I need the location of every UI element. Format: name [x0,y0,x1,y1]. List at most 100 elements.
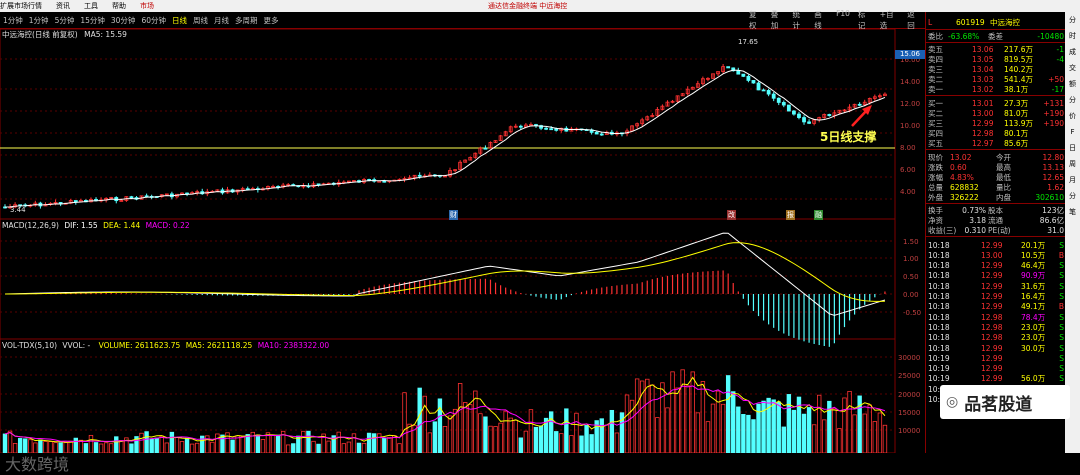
volume-bar [7,430,13,454]
marker-gai[interactable]: 改 [727,210,736,220]
stat-label: 外盘 [928,192,943,202]
volume-bar [154,437,159,454]
sidebar-item-12[interactable]: 笔 [1067,206,1079,218]
sidebar-item-6[interactable]: 价 [1067,110,1079,122]
marker-rong[interactable]: 融 [814,210,823,220]
sidebar-item-10[interactable]: 月 [1067,174,1079,186]
tick-price: 12.99 [981,281,1003,291]
period-multi[interactable]: 多周期 [235,15,258,26]
sidebar-item-9[interactable]: 周 [1067,158,1079,170]
bid-price: 12.99 [972,118,994,128]
candle-body [119,200,124,202]
menu-shichang[interactable]: 市场 [140,1,154,11]
volume-bar [169,431,175,454]
volume-bar [78,439,84,454]
bid-change: +131 [1043,98,1064,108]
candle-body [797,113,801,118]
kline-chart-area[interactable]: 16.00 14.00 12.00 10.00 8.00 6.00 4.00 1.50 1.00… [0,28,925,474]
volume-bar [705,421,711,454]
volume-bar [245,434,250,454]
candle-body [766,90,771,95]
volume-bar [361,442,367,454]
sidebar-item-8[interactable]: 日 [1067,142,1079,154]
stat-value2: 1.62 [1047,182,1064,192]
sidebar-item-7[interactable]: F [1067,126,1079,138]
tick-side: B [1058,250,1064,260]
volume-bar [518,437,524,454]
period-monthly[interactable]: 月线 [214,15,229,26]
sidebar-item-1[interactable]: 时 [1067,30,1079,42]
tick-row: 10:18 12.99 20.1万 S [926,240,1066,250]
tick-time: 10:18 [928,240,950,250]
vol-vvol: VVOL: - [62,341,91,350]
sidebar-item-4[interactable]: 额 [1067,78,1079,90]
period-30min[interactable]: 30分钟 [111,15,136,26]
ma-label: MA5: 15.59 [84,30,127,39]
stats-button[interactable]: 统计 [793,9,807,31]
sidebar-item-2[interactable]: 成 [1067,46,1079,58]
sidebar-item-0[interactable]: 分 [1067,14,1079,26]
period-more[interactable]: 更多 [263,15,278,26]
period-60min[interactable]: 60分钟 [141,15,166,26]
f10-button[interactable]: F10 [836,9,850,31]
add-watchlist-button[interactable]: +自选 [880,9,900,31]
period-5min[interactable]: 5分钟 [55,15,75,26]
sidebar-item-3[interactable]: 交 [1067,62,1079,74]
volume-bar [498,422,503,454]
period-1min[interactable]: 1分钟 [29,15,49,26]
menu-market[interactable]: 扩展市场行情 [0,1,42,11]
ask-price: 13.04 [972,64,994,74]
ask-price: 13.05 [972,54,994,64]
volume-bar [877,412,883,454]
tick-side: S [1059,322,1064,332]
overlay-button[interactable]: 叠加 [771,9,785,31]
volume-bar [882,424,888,454]
price-axis-label: 10.00 [900,122,920,130]
period-15min[interactable]: 15分钟 [80,15,105,26]
marker-cai[interactable]: 财 [449,210,458,220]
tick-side: S [1059,374,1064,384]
period-1min-a[interactable]: 1分钟 [3,15,23,26]
menu-tools[interactable]: 工具 [84,1,98,11]
tick-price: 12.99 [981,343,1003,353]
period-weekly[interactable]: 周线 [193,15,208,26]
volume-bar [351,433,357,454]
volume-bar [240,436,245,454]
tick-row: 10:18 12.98 23.0万 S [926,333,1066,343]
sidebar-item-11[interactable]: 分 [1067,190,1079,202]
volume-bar [341,443,347,454]
candle-body [417,174,422,177]
stat-value: 4.83% [950,172,974,182]
menu-info[interactable]: 资讯 [56,1,70,11]
chart-svg[interactable]: 16.0014.0012.0010.008.006.004.001.501.00… [0,28,925,454]
volume-bar [184,437,190,454]
tick-price: 12.98 [981,312,1003,322]
macd-title: MACD(12,26,9) [2,221,59,230]
mark-button[interactable]: 标记 [858,9,872,31]
tick-side: S [1059,292,1064,301]
volume-bar [650,384,655,454]
price-tag: 15.06 [895,50,925,59]
draw-button[interactable]: 画线 [814,9,828,31]
stat2-value2: 31.0 [1047,225,1064,235]
period-daily[interactable]: 日线 [172,15,187,26]
ask-label: 卖一 [928,84,943,94]
volume-bar [119,440,124,454]
menu-help[interactable]: 帮助 [112,1,126,11]
macd-axis-label: -0.50 [903,309,921,317]
candle-body [736,70,741,75]
volume-bar [604,424,609,454]
tick-side: S [1059,261,1064,271]
tick-time: 10:18 [928,281,950,291]
volume-bar [523,430,529,454]
volume-bar [801,413,807,454]
back-button[interactable]: 返回 [907,9,921,31]
volume-bar [624,394,630,454]
sidebar-item-5[interactable]: 分 [1067,94,1079,106]
marker-bao[interactable]: 报 [786,210,795,220]
volume-bar [685,385,690,454]
tick-row: 10:18 12.99 30.0万 S [926,343,1066,353]
fuquan-button[interactable]: 复权 [749,9,763,31]
volume-bar [508,417,513,454]
stat2-value2: 86.6亿 [1039,215,1064,225]
